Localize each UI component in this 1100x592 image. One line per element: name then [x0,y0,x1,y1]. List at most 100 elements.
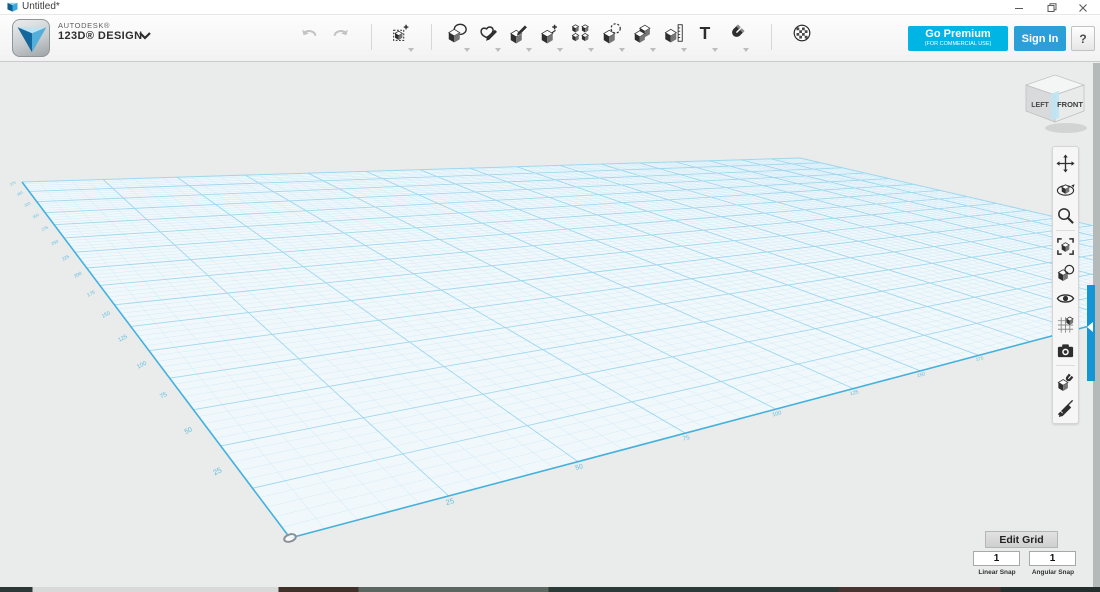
brand-line1: AUTODESK® [58,22,142,30]
construct-flyout-chevron[interactable] [526,48,532,52]
undo-tool-button[interactable] [296,20,322,46]
viewport-3d-grid[interactable]: 2550751001251501752002252502753003253503… [0,63,1100,592]
construct-tool-button[interactable] [506,20,532,46]
svg-text:125: 125 [849,389,859,397]
shading-icon [1056,263,1075,282]
grouping-tool-button[interactable] [599,20,625,46]
minimize-button[interactable] [1004,0,1034,15]
sketch-flyout-chevron[interactable] [495,48,501,52]
modify-tool-button[interactable] [537,20,563,46]
redo-icon [330,22,352,44]
restore-icon [1047,3,1057,13]
svg-text:100: 100 [772,410,783,418]
app-window: Untitled* AUTODESK® 123D® DESIGN [0,0,1100,592]
primitives-tool-button[interactable] [444,20,470,46]
text-flyout-chevron[interactable] [712,48,718,52]
svg-text:25: 25 [212,465,224,477]
text-icon: T [694,22,716,44]
material-tool-button[interactable] [789,20,815,46]
combine-tool-button[interactable] [630,20,656,46]
app-logo-icon [7,2,18,13]
combine-icon [632,22,654,44]
brand-line2: 123D® DESIGN [58,30,142,42]
restore-button[interactable] [1037,0,1067,15]
angular-snap-input[interactable] [1029,551,1076,566]
primitives-flyout-chevron[interactable] [464,48,470,52]
window-bottom-edge-strip [0,587,1100,592]
sign-in-button[interactable]: Sign In [1014,26,1066,51]
view-cube[interactable]: LEFT FRONT [1016,66,1094,138]
grouping-flyout-chevron[interactable] [619,48,625,52]
close-button[interactable] [1068,0,1098,15]
primitives-icon [446,22,468,44]
window-title: Untitled* [22,1,60,12]
toolbar-separator [371,24,372,50]
edit-grid-button[interactable]: Edit Grid [985,531,1058,548]
visibility-tool-button[interactable] [1053,285,1078,311]
fit-tool-button[interactable] [1053,233,1078,259]
import-flyout-chevron[interactable] [408,48,414,52]
help-button[interactable]: ? [1071,26,1095,51]
measure-flyout-chevron[interactable] [681,48,687,52]
linear-snap-input[interactable] [973,551,1020,566]
navigation-toolbar [1052,146,1079,424]
svg-text:25: 25 [445,496,455,507]
main-menu-chevron-icon[interactable] [138,31,152,41]
modify-icon [539,22,561,44]
import-icon [390,22,412,44]
sketch-tool-button[interactable] [475,20,501,46]
minimize-icon [1014,3,1024,13]
svg-text:300: 300 [32,212,41,220]
rail-separator [1056,365,1075,366]
help-label: ? [1079,32,1086,46]
svg-text:175: 175 [86,289,96,298]
toolbar-separator [771,24,772,50]
svg-text:75: 75 [682,434,691,443]
hide-solids-icon [1056,372,1075,391]
main-toolbar: AUTODESK® 123D® DESIGN Go Premium (FOR C… [0,15,1100,62]
pattern-tool-button[interactable] [568,20,594,46]
view-cube-left-face-label: LEFT [1031,102,1049,109]
shading-tool-button[interactable] [1053,259,1078,285]
measure-tool-button[interactable] [661,20,687,46]
pattern-flyout-chevron[interactable] [588,48,594,52]
visibility-icon [1056,289,1075,308]
title-bar: Untitled* [0,0,1100,15]
svg-text:250: 250 [50,238,59,246]
construct-icon [508,22,530,44]
hide-sketches-tool-button[interactable] [1053,394,1078,420]
measure-icon [663,22,685,44]
zoom-tool-button[interactable] [1053,202,1078,228]
combine-flyout-chevron[interactable] [650,48,656,52]
svg-text:375: 375 [9,181,16,187]
svg-text:150: 150 [917,371,927,379]
snap-tool-button[interactable] [723,20,749,46]
orbit-tool-button[interactable] [1053,176,1078,202]
snap-flyout-chevron[interactable] [743,48,749,52]
viewport-3d[interactable]: 2550751001251501752002252502753003253503… [0,63,1100,592]
svg-text:175: 175 [975,355,984,362]
modify-flyout-chevron[interactable] [557,48,563,52]
svg-text:50: 50 [575,463,584,472]
pan-tool-button[interactable] [1053,150,1078,176]
svg-text:275: 275 [41,224,50,232]
snap-icon [725,22,747,44]
screenshot-tool-button[interactable] [1053,337,1078,363]
toolbar-separator [431,24,432,50]
svg-text:75: 75 [159,391,169,401]
side-panel-handle[interactable] [1087,285,1095,381]
svg-text:225: 225 [61,254,70,262]
grid-toggle-tool-button[interactable] [1053,311,1078,337]
undo-icon [298,22,320,44]
pan-icon [1056,154,1075,173]
panel-expand-arrow-icon [1087,322,1093,332]
go-premium-button[interactable]: Go Premium (FOR COMMERCIAL USE) [908,26,1008,51]
import-tool-button[interactable] [388,20,414,46]
hide-sketches-icon [1056,398,1075,417]
hide-solids-tool-button[interactable] [1053,368,1078,394]
redo-tool-button[interactable] [328,20,354,46]
brand-logo [12,19,50,57]
svg-text:350: 350 [16,191,23,197]
text-tool-button[interactable]: T [692,20,718,46]
svg-text:100: 100 [136,360,148,370]
